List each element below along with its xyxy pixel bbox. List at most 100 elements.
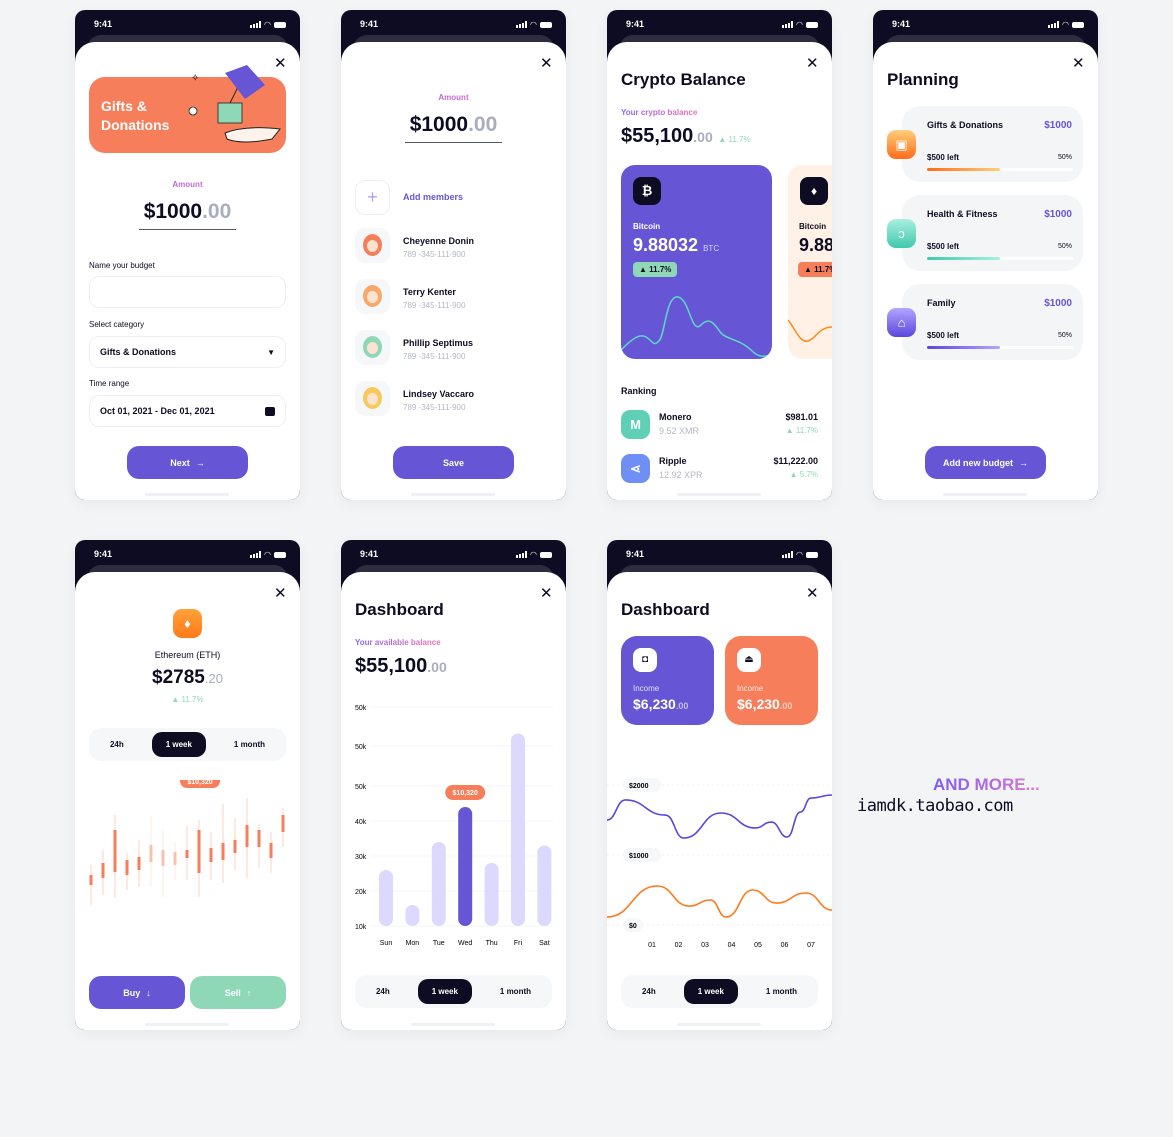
budget-progress [927, 168, 1073, 171]
tab-1-month[interactable]: 1 month [486, 979, 545, 1004]
status-icons: ◠ [782, 550, 818, 559]
ranking-label: Ranking [621, 386, 657, 396]
x-tick: 06 [781, 942, 789, 949]
budget-card[interactable]: Family $1000 $500 left 50% [902, 284, 1083, 360]
income-card[interactable]: ⏏ Income $6,230.00 [725, 636, 818, 725]
member-row[interactable]: Terry Kenter 789 -345-111-900 [355, 279, 552, 315]
balance-value: $55,100.00 [355, 655, 447, 677]
add-members-link[interactable]: Add members [403, 192, 463, 202]
candle-body [269, 843, 273, 858]
screen-dashboard-lines: 9:41 ◠ ✕ Dashboard ◘ Income $6,230.00 ⏏ … [607, 540, 832, 1030]
tab-24h[interactable]: 24h [362, 979, 404, 1004]
screen-create-budget: 9:41 ◠ ✕ Gifts & Donations ✧ Amount $100… [75, 10, 300, 500]
range-label: Time range [89, 379, 130, 388]
close-icon[interactable]: ✕ [806, 56, 819, 71]
y-tick: 40k [355, 819, 367, 826]
budget-name-input[interactable] [89, 276, 286, 308]
and-more-text: AND MORE... [933, 775, 1040, 794]
y-tick: $2000 [629, 783, 649, 790]
member-row[interactable]: Phillip Septimus 789 -345-111-900 [355, 330, 552, 366]
tab-1-week[interactable]: 1 week [683, 979, 738, 1004]
category-label: Select category [89, 320, 145, 329]
tab-24h[interactable]: 24h [628, 979, 670, 1004]
battery-icon [806, 21, 818, 28]
member-row[interactable]: Cheyenne Donin 789 -345-111-900 [355, 228, 552, 264]
candle-body [245, 825, 249, 847]
x-tick: Tue [433, 940, 445, 947]
gift-icon: ▣ [887, 130, 916, 159]
member-phone: 789 -345-111-900 [403, 403, 466, 412]
ethereum-icon: ♦ [800, 177, 828, 205]
change-badge: ▲ 11.7% [633, 262, 678, 277]
budget-card[interactable]: Gifts & Donations $1000 $500 left 50% [902, 106, 1083, 182]
monero-icon: M [621, 410, 650, 439]
signal-icon [1048, 21, 1060, 28]
avatar [355, 279, 390, 314]
ranking-row[interactable]: ⋖ Ripple 12.92 XPR $11,222.00 ▲ 5.7% [621, 452, 818, 484]
status-icons: ◠ [782, 20, 818, 29]
line-series-2 [607, 885, 832, 918]
budget-card[interactable]: Health & Fitness $1000 $500 left 50% [902, 195, 1083, 271]
status-time: 9:41 [892, 19, 911, 29]
arrow-up-icon: ↑ [246, 987, 252, 998]
sell-button[interactable]: Sell ↑ [190, 976, 286, 1009]
candle-body [137, 857, 141, 870]
plus-icon[interactable]: + [355, 180, 390, 215]
home-icon: ⌂ [887, 308, 916, 337]
screen-ethereum: 9:41 ◠ ✕ ♦ Ethereum (ETH) $2785.20 ▲ 11.… [75, 540, 300, 1030]
x-tick: Wed [458, 940, 472, 947]
amount-value[interactable]: $1000.00 [75, 200, 300, 224]
candle-body [125, 860, 129, 875]
save-button[interactable]: Save [393, 446, 514, 479]
battery-icon [806, 551, 818, 558]
close-icon[interactable]: ✕ [540, 586, 553, 601]
tab-1-week[interactable]: 1 week [417, 979, 472, 1004]
candle-body [281, 815, 285, 832]
tab-1-month[interactable]: 1 month [752, 979, 811, 1004]
candle-body [209, 848, 213, 862]
bar-Fri [511, 733, 525, 926]
status-icons: ◠ [250, 550, 286, 559]
x-tick: Thu [486, 940, 498, 947]
status-time: 9:41 [94, 19, 113, 29]
balance-value: $55,100.00 ▲ 11.7% [621, 125, 751, 147]
bar-Sun [379, 870, 393, 926]
member-phone: 789 -345-111-900 [403, 250, 466, 259]
balance-label: Your crypto balance [621, 108, 698, 117]
coin-card-bitcoin[interactable]: ₿ Bitcoin 9.88032 BTC ▲ 11.7% [621, 165, 772, 359]
close-icon[interactable]: ✕ [806, 586, 819, 601]
bar-Wed [458, 807, 473, 926]
battery-icon [540, 21, 552, 28]
page-title: Dashboard [621, 600, 710, 619]
battery-icon [540, 551, 552, 558]
signal-icon [782, 551, 794, 558]
member-row[interactable]: Lindsey Vaccaro 789 -345-111-900 [355, 381, 552, 417]
tab-1-month[interactable]: 1 month [220, 732, 279, 757]
watermark-site: iamdk.taobao.com [857, 796, 1013, 816]
close-icon[interactable]: ✕ [274, 586, 287, 601]
x-tick: 03 [701, 942, 709, 949]
tab-1-week[interactable]: 1 week [151, 732, 206, 757]
close-icon[interactable]: ✕ [540, 56, 553, 71]
ranking-row[interactable]: M Monero 9.52 XMR $981.01 ▲ 11.7% [621, 408, 818, 440]
coin-card-2[interactable]: ♦ Bitcoin 9.88 ▲ 11.7% [788, 165, 832, 359]
status-icons: ◠ [250, 20, 286, 29]
next-button[interactable]: Next → [127, 446, 248, 479]
category-select[interactable]: Gifts & Donations ▼ [89, 336, 286, 368]
svg-text:✧: ✧ [191, 73, 199, 84]
tab-24h[interactable]: 24h [96, 732, 138, 757]
close-icon[interactable]: ✕ [1072, 56, 1085, 71]
x-tick: Fri [514, 940, 523, 947]
y-tick: $0 [629, 923, 637, 930]
bitcoin-sparkline [621, 296, 772, 357]
buy-button[interactable]: Buy ↓ [89, 976, 185, 1009]
income-card[interactable]: ◘ Income $6,230.00 [621, 636, 714, 725]
amount-value[interactable]: $1000.00 [341, 113, 566, 137]
x-tick: 07 [807, 942, 815, 949]
battery-icon [274, 21, 286, 28]
date-range-input[interactable]: Oct 01, 2021 - Dec 01, 2021 [89, 395, 286, 427]
add-new-budget-button[interactable]: Add new budget → [925, 446, 1046, 479]
candlestick-chart: $10,320 [89, 780, 285, 905]
avatar [355, 228, 390, 263]
bar-chart: 50k 50k 50k 40k 30k 20k 10k Sun Mon Tue Wed $10,320… [355, 705, 553, 947]
